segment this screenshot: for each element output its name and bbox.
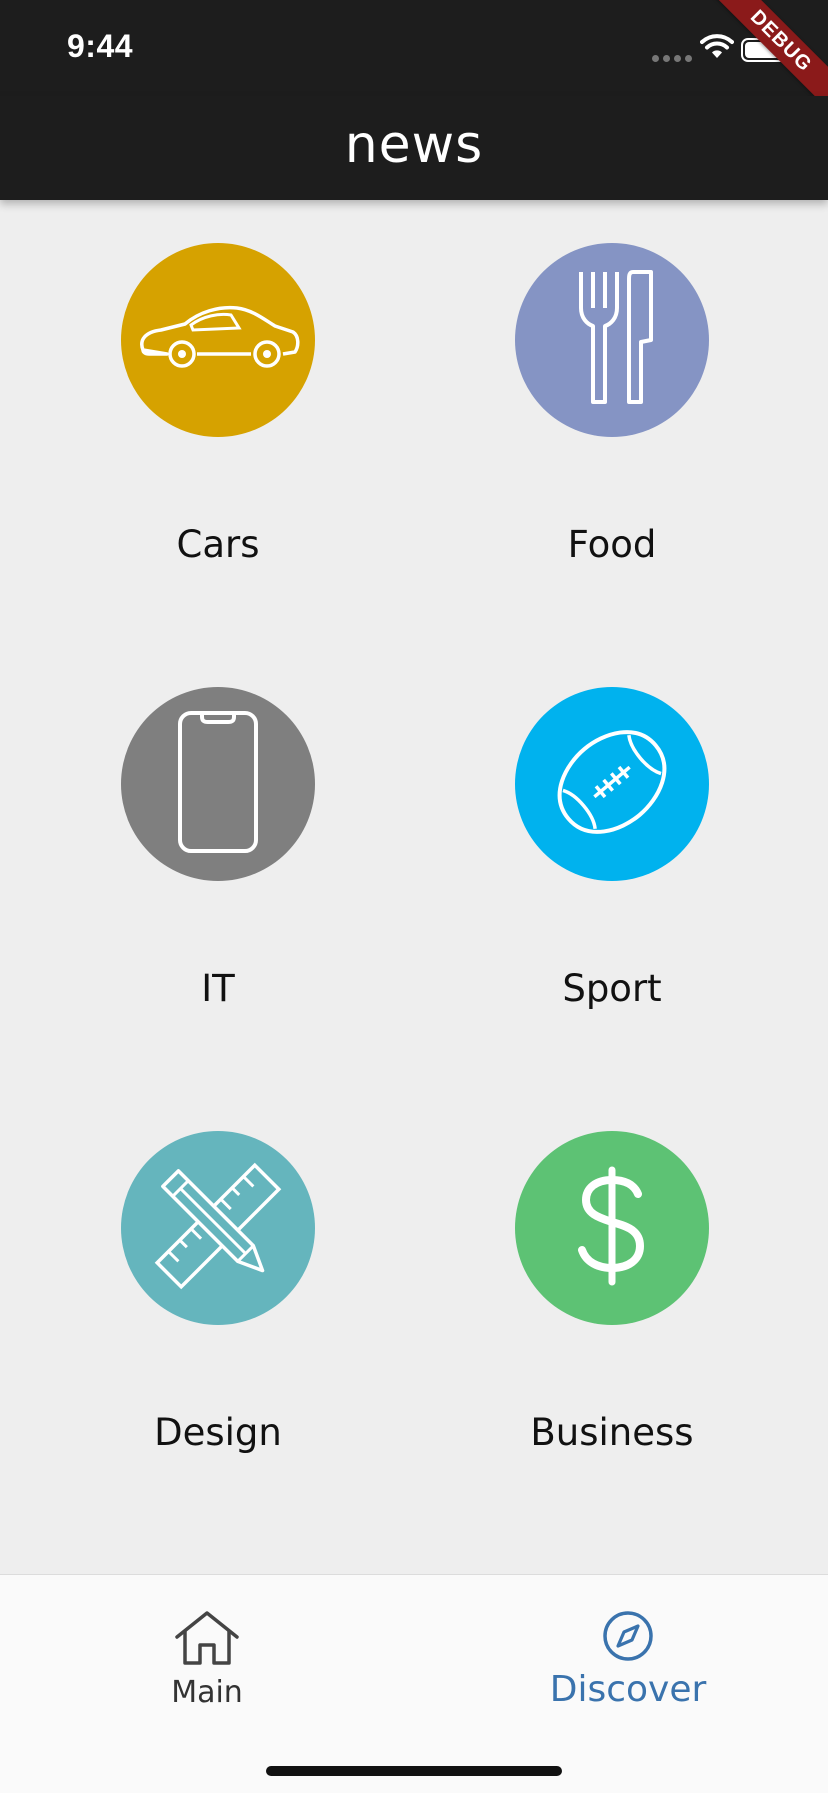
category-icon-circle <box>121 243 315 437</box>
nav-label-main: Main <box>171 1675 243 1710</box>
nav-item-discover[interactable]: Discover <box>414 1575 828 1735</box>
car-icon <box>133 298 303 382</box>
dollar-icon <box>572 1166 652 1290</box>
football-icon <box>547 717 677 851</box>
nav-label-discover: Discover <box>549 1669 707 1710</box>
smartphone-icon <box>176 709 260 859</box>
app-bar: news <box>0 96 828 200</box>
category-label: Design <box>154 1411 282 1454</box>
category-icon-circle <box>515 1131 709 1325</box>
category-business[interactable]: Business <box>462 1131 762 1461</box>
status-time: 9:44 <box>67 28 134 64</box>
status-bar: 9:44 <box>0 0 828 96</box>
cellular-signal-icon <box>652 55 692 62</box>
category-label: Food <box>567 523 657 566</box>
compass-icon <box>602 1610 654 1666</box>
category-label: Business <box>530 1411 694 1454</box>
bottom-navigation-bar: Main Discover <box>0 1574 828 1793</box>
app-logo: news <box>344 115 484 175</box>
category-label: Sport <box>562 967 662 1010</box>
category-design[interactable]: Design <box>68 1131 368 1461</box>
category-food[interactable]: Food <box>462 243 762 573</box>
category-sport[interactable]: Sport <box>462 687 762 1017</box>
category-icon-circle <box>515 243 709 437</box>
wifi-icon <box>700 34 734 64</box>
ruler-pencil-icon <box>153 1161 283 1295</box>
home-indicator <box>266 1766 562 1776</box>
nav-item-main[interactable]: Main <box>0 1575 414 1735</box>
category-label: Cars <box>176 523 260 566</box>
fork-knife-icon <box>567 268 657 412</box>
category-icon-circle <box>515 687 709 881</box>
category-it[interactable]: IT <box>68 687 368 1017</box>
category-cars[interactable]: Cars <box>68 243 368 573</box>
home-icon <box>173 1609 241 1671</box>
category-icon-circle <box>121 1131 315 1325</box>
category-label: IT <box>201 967 235 1010</box>
category-icon-circle <box>121 687 315 881</box>
